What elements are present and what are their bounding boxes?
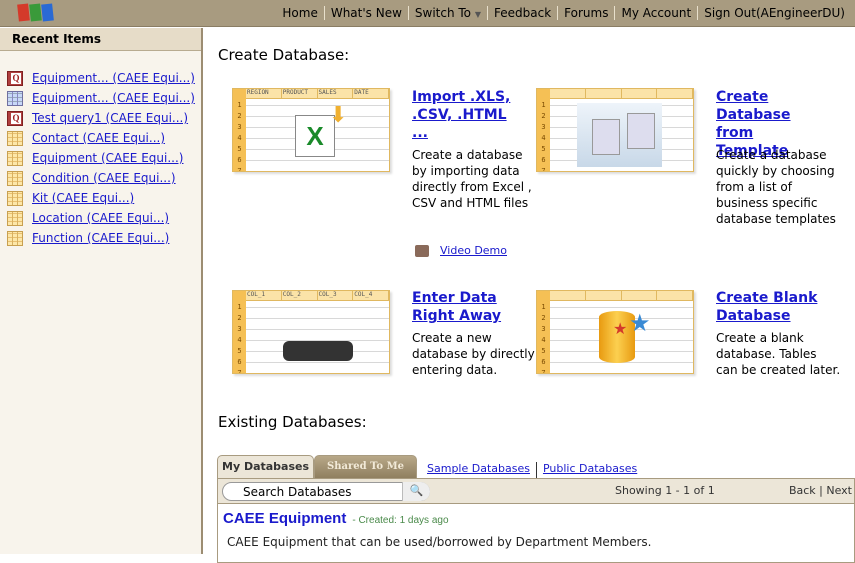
- table-icon: [7, 130, 23, 146]
- database-link[interactable]: CAEE Equipment: [223, 510, 346, 527]
- tab-my-databases[interactable]: My Databases: [217, 455, 315, 478]
- table-icon: [7, 150, 23, 166]
- query-icon: [7, 110, 23, 126]
- search-input[interactable]: Search Databases: [222, 482, 430, 501]
- pagination-status: Showing 1 - 1 of 1: [615, 484, 715, 497]
- top-nav: Home What's New Switch To ▼ Feedback For…: [276, 6, 851, 20]
- recent-item-link[interactable]: Function (CAEE Equi...): [32, 231, 169, 245]
- list-item[interactable]: Condition (CAEE Equi...): [0, 168, 201, 188]
- col-header: COL_2: [282, 291, 318, 300]
- database-tabs: My Databases Shared To Me Sample Databas…: [217, 454, 643, 478]
- enter-data-thumbnail[interactable]: 1234567 COL_1 COL_2 COL_3 COL_4: [232, 290, 390, 374]
- created-date: - Created: 1 days ago: [352, 515, 449, 526]
- recent-items-list: Equipment... (CAEE Equi...) Equipment...…: [0, 68, 201, 248]
- enter-data-link[interactable]: Enter Data Right Away: [412, 289, 522, 325]
- recent-item-link[interactable]: Equipment... (CAEE Equi...): [32, 91, 195, 105]
- database-item: CAEE Equipment - Created: 1 days ago: [223, 510, 449, 527]
- blank-link[interactable]: Create Blank Database: [716, 289, 836, 325]
- keyboard-icon: [283, 341, 353, 361]
- document-icon: [592, 119, 620, 155]
- video-camera-icon: [415, 244, 429, 257]
- import-link[interactable]: Import .XLS, .CSV, .HTML ...: [412, 88, 522, 142]
- recent-item-link[interactable]: Test query1 (CAEE Equi...): [32, 111, 188, 125]
- chevron-down-icon: ▼: [474, 10, 482, 19]
- table-icon: [7, 170, 23, 186]
- list-item[interactable]: Equipment... (CAEE Equi...): [0, 88, 201, 108]
- table-icon: [7, 230, 23, 246]
- template-thumbnail[interactable]: 1234567: [536, 88, 694, 172]
- list-item[interactable]: Equipment (CAEE Equi...): [0, 148, 201, 168]
- blank-thumbnail[interactable]: 1234567 ★ ★: [536, 290, 694, 374]
- recent-item-link[interactable]: Kit (CAEE Equi...): [32, 191, 134, 205]
- search-icon[interactable]: 🔍: [402, 482, 430, 501]
- blank-description: Create a blank database. Tables can be c…: [716, 331, 841, 377]
- nav-forums[interactable]: Forums: [557, 6, 614, 20]
- sample-databases-link[interactable]: Sample Databases: [421, 462, 537, 478]
- col-header: SALES: [318, 89, 354, 98]
- col-header: COL_3: [318, 291, 354, 300]
- enter-data-description: Create a new database by directly enteri…: [412, 331, 535, 377]
- view-icon: [7, 90, 23, 106]
- import-thumbnail[interactable]: 1234567 REGION PRODUCT SALES DATE X ⬇: [232, 88, 390, 172]
- back-link[interactable]: Back: [789, 484, 816, 497]
- top-bar: Home What's New Switch To ▼ Feedback For…: [0, 0, 855, 27]
- recent-items-title: Recent Items: [0, 28, 201, 51]
- recent-item-link[interactable]: Equipment... (CAEE Equi...): [32, 71, 195, 85]
- sidebar: Recent Items Equipment... (CAEE Equi...)…: [0, 28, 203, 554]
- list-item[interactable]: Test query1 (CAEE Equi...): [0, 108, 201, 128]
- video-demo[interactable]: Video Demo: [415, 244, 507, 257]
- list-item[interactable]: Function (CAEE Equi...): [0, 228, 201, 248]
- create-database-title: Create Database:: [218, 46, 350, 64]
- table-icon: [7, 190, 23, 206]
- existing-databases-title: Existing Databases:: [218, 413, 367, 431]
- table-icon: [7, 210, 23, 226]
- document-icon: [627, 113, 655, 149]
- download-arrow-icon: ⬇: [329, 103, 348, 128]
- pager: Back | Next: [788, 484, 852, 497]
- database-toolbar: Search Databases 🔍 Showing 1 - 1 of 1 Ba…: [217, 478, 855, 503]
- col-header: COL_1: [246, 291, 282, 300]
- recent-item-link[interactable]: Location (CAEE Equi...): [32, 211, 169, 225]
- col-header: PRODUCT: [282, 89, 318, 98]
- nav-my-account[interactable]: My Account: [614, 6, 697, 20]
- list-item[interactable]: Location (CAEE Equi...): [0, 208, 201, 228]
- nav-feedback[interactable]: Feedback: [487, 6, 557, 20]
- col-header: REGION: [246, 89, 282, 98]
- query-icon: [7, 70, 23, 86]
- next-link[interactable]: Next: [826, 484, 852, 497]
- col-header: COL_4: [353, 291, 389, 300]
- star-icon: ★: [629, 309, 651, 337]
- nav-home[interactable]: Home: [276, 6, 323, 20]
- col-header: DATE: [353, 89, 389, 98]
- recent-item-link[interactable]: Contact (CAEE Equi...): [32, 131, 165, 145]
- tab-shared-to-me[interactable]: Shared To Me: [314, 455, 417, 478]
- nav-sign-out[interactable]: Sign Out(AEngineerDU): [697, 6, 851, 20]
- database-list: CAEE Equipment - Created: 1 days ago CAEE…: [217, 503, 855, 563]
- template-description: Create a database quickly by choosing fr…: [716, 148, 836, 226]
- list-item[interactable]: Contact (CAEE Equi...): [0, 128, 201, 148]
- public-databases-link[interactable]: Public Databases: [537, 462, 643, 478]
- database-description: CAEE Equipment that can be used/borrowed…: [227, 535, 652, 549]
- list-item[interactable]: Kit (CAEE Equi...): [0, 188, 201, 208]
- main-content: Create Database: 1234567 REGION PRODUCT SA…: [205, 28, 855, 563]
- nav-switch-to[interactable]: Switch To ▼: [407, 6, 487, 20]
- recent-item-link[interactable]: Equipment (CAEE Equi...): [32, 151, 183, 165]
- recent-item-link[interactable]: Condition (CAEE Equi...): [32, 171, 176, 185]
- switch-to-label: Switch To: [414, 6, 472, 20]
- video-demo-link[interactable]: Video Demo: [440, 244, 507, 257]
- nav-whats-new[interactable]: What's New: [323, 6, 408, 20]
- star-icon: ★: [613, 319, 628, 338]
- list-item[interactable]: Equipment... (CAEE Equi...): [0, 68, 201, 88]
- import-description: Create a database by importing data dire…: [412, 148, 532, 210]
- zoho-logo[interactable]: [17, 3, 54, 22]
